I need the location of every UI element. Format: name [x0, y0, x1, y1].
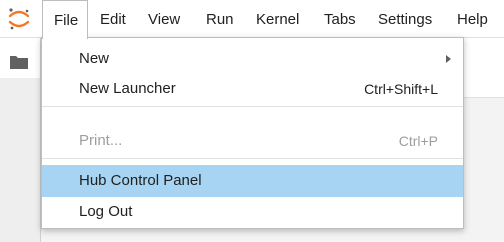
file-menu-hub-control-panel-label: Hub Control Panel [79, 172, 202, 189]
file-menu-new[interactable]: New [42, 44, 463, 74]
menu-divider [42, 158, 463, 159]
jupyterlab-window: File Edit View Run Kernel Tabs Settings … [0, 0, 504, 242]
file-menu-new-launcher-shortcut: Ctrl+Shift+L [364, 81, 438, 97]
menu-kernel[interactable]: Kernel [256, 0, 299, 38]
menu-kernel-label: Kernel [256, 11, 300, 28]
file-menu-log-out[interactable]: Log Out [42, 197, 463, 227]
menu-edit-label: Edit [100, 11, 126, 28]
menu-settings-label: Settings [378, 11, 433, 28]
menu-edit[interactable]: Edit [100, 0, 126, 38]
menu-divider [42, 106, 463, 107]
menu-run[interactable]: Run [206, 0, 234, 38]
file-menu-print-shortcut: Ctrl+P [398, 133, 438, 149]
file-menu-new-label: New [79, 50, 110, 67]
sidebar-tab-file-browser[interactable] [0, 38, 40, 78]
jupyter-logo-icon[interactable] [6, 6, 32, 32]
file-menu-new-launcher-label: New Launcher [79, 80, 176, 97]
chevron-right-icon [446, 55, 451, 63]
menu-run-label: Run [206, 11, 234, 28]
file-menu-dropdown: New New Launcher Ctrl+Shift+L Print... C… [41, 37, 464, 229]
menu-settings[interactable]: Settings [378, 0, 432, 38]
menu-file-label: File [54, 12, 79, 29]
left-sidebar [0, 38, 41, 242]
menu-help[interactable]: Help [457, 0, 488, 38]
menu-view-label: View [148, 11, 181, 28]
file-menu-print: Print... Ctrl+P [42, 126, 463, 156]
menu-help-label: Help [457, 11, 488, 28]
file-menu-new-launcher[interactable]: New Launcher Ctrl+Shift+L [42, 74, 463, 104]
folder-icon [10, 56, 28, 69]
file-menu-log-out-label: Log Out [79, 203, 133, 220]
menu-tabs[interactable]: Tabs [324, 0, 356, 38]
file-menu-hub-control-panel[interactable]: Hub Control Panel [42, 165, 463, 197]
menu-view[interactable]: View [148, 0, 180, 38]
file-menu-print-label: Print... [79, 132, 123, 149]
menu-file[interactable]: File [42, 0, 88, 39]
menu-tabs-label: Tabs [324, 11, 356, 28]
menubar: File Edit View Run Kernel Tabs Settings … [0, 0, 504, 39]
